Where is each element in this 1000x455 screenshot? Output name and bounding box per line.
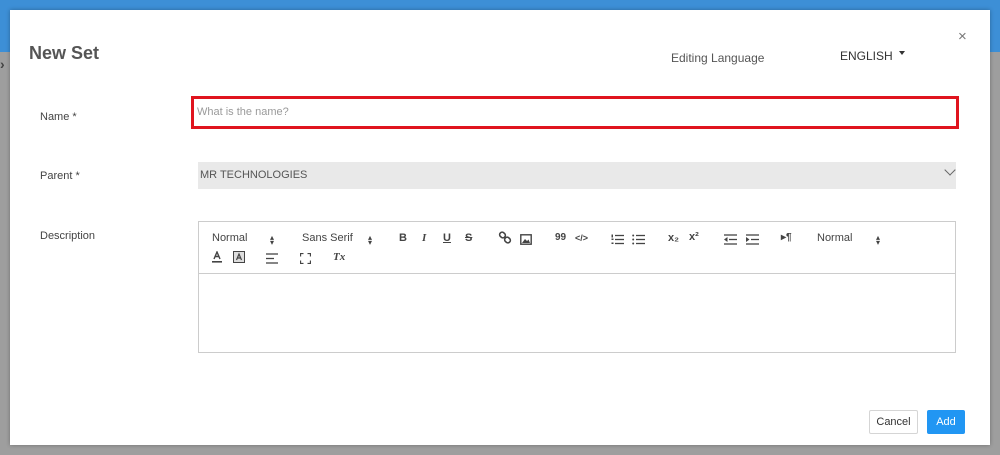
image-icon[interactable] [520,232,532,250]
outdent-icon[interactable] [724,232,737,250]
name-label: Name * [40,111,77,123]
parent-select[interactable]: MR TECHNOLOGIES [198,162,956,189]
header-select[interactable]: Normal [212,232,247,244]
clear-format-button[interactable]: Tx [333,251,345,263]
dialog-title: New Set [29,43,100,63]
editing-language-label: Editing Language [671,51,765,65]
description-label: Description [40,230,96,242]
indent-icon[interactable] [746,232,759,250]
direction-button[interactable]: ▸¶ [781,232,792,244]
name-field-highlight [191,96,959,129]
underline-button[interactable]: U [443,232,451,244]
text-color-icon[interactable] [211,250,223,268]
subscript-button[interactable]: x₂ [668,232,679,244]
superscript-button[interactable]: x² [689,231,699,243]
language-select[interactable]: ENGLISH [840,49,893,63]
size-select[interactable]: Normal [817,232,852,244]
strike-button[interactable]: S [465,232,472,244]
editor-toolbar: Normal ▴ ▾ Sans Serif ▴ ▾ B I U S 99 </> x… [199,222,955,274]
font-select[interactable]: Sans Serif [302,232,353,244]
background-color-icon[interactable] [233,250,245,268]
description-editor: Normal ▴ ▾ Sans Serif ▴ ▾ B I U S 99 </> x… [198,221,956,353]
bullet-list-icon[interactable] [632,232,645,250]
name-input[interactable] [197,106,937,118]
chevron-down-icon [944,164,956,176]
background-back-arrow-icon: › [0,56,5,72]
description-input[interactable] [199,274,955,352]
close-icon[interactable]: × [958,28,967,45]
link-icon[interactable] [498,231,512,250]
new-set-dialog: New Set × Editing Language ENGLISH Name … [10,10,990,445]
caret-down-icon[interactable] [899,51,905,55]
cancel-button[interactable]: Cancel [869,410,918,434]
select-arrows-icon[interactable]: ▴ ▾ [876,234,882,247]
select-arrows-icon[interactable]: ▴ ▾ [368,234,374,247]
bold-button[interactable]: B [399,232,407,244]
blockquote-button[interactable]: 99 [555,232,566,244]
select-arrows-icon[interactable]: ▴ ▾ [270,234,276,247]
code-block-button[interactable]: </> [575,232,588,244]
parent-value: MR TECHNOLOGIES [200,169,308,181]
italic-button[interactable]: I [422,232,426,244]
fullscreen-icon[interactable] [299,251,312,269]
ordered-list-icon[interactable] [611,232,624,250]
align-icon[interactable] [266,251,278,269]
parent-label: Parent * [40,170,80,182]
add-button[interactable]: Add [927,410,965,434]
